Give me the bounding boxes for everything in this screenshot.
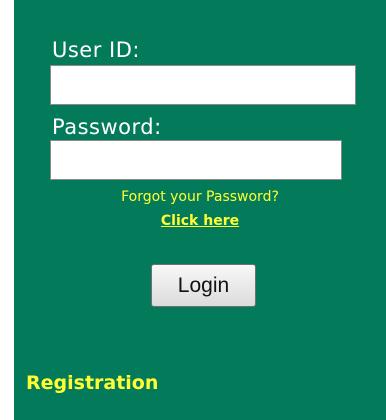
user-id-label: User ID: bbox=[52, 38, 140, 62]
login-button[interactable]: Login bbox=[151, 264, 256, 307]
forgot-password-text: Forgot your Password? bbox=[121, 189, 279, 205]
login-panel bbox=[14, 0, 386, 420]
forgot-password-link-wrapper: Click here bbox=[14, 212, 386, 230]
registration-link[interactable]: Registration bbox=[26, 372, 158, 394]
password-label: Password: bbox=[52, 115, 162, 139]
user-id-input[interactable] bbox=[50, 65, 356, 105]
password-input[interactable] bbox=[50, 140, 342, 180]
forgot-password-link[interactable]: Click here bbox=[161, 213, 239, 229]
